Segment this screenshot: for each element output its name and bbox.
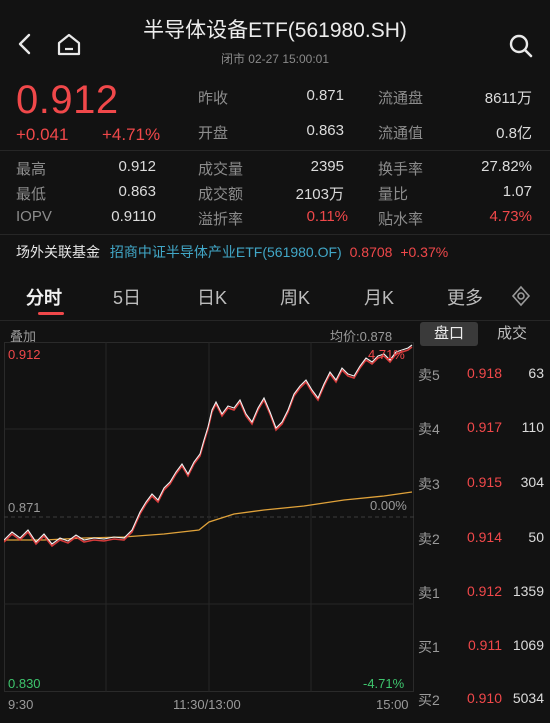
prev-close-label: 昨收 [198,90,229,107]
trades-tab[interactable]: 成交 [484,322,540,346]
turnover-rate-value: 27.82% [481,158,532,175]
discount-label: 贴水率 [378,211,424,228]
orderbook-volume: 1069 [512,637,544,653]
last-price: 0.912 [16,78,119,122]
float-shares-value: 8611万 [484,90,532,107]
orderbook-level-label: 卖1 [418,585,440,601]
float-value-value: 0.8亿 [496,125,532,142]
orderbook-row: 买2 0.910 5034 [416,690,550,710]
orderbook-level-label: 卖5 [418,367,440,383]
settings-icon[interactable] [510,285,532,307]
volume-ratio-label: 量比 [378,186,409,203]
orderbook-row: 买1 0.911 1069 [416,637,550,657]
orderbook: 卖5 0.918 63 卖4 0.917 110 卖3 0.915 304 卖2 0.914 50 卖1… [416,350,550,723]
high-value: 0.912 [118,158,156,175]
iopv-label: IOPV [16,208,52,225]
orderbook-tab[interactable]: 盘口 [420,322,478,346]
tab-active-indicator [38,312,64,315]
tab-intraday[interactable]: 分时 [26,284,62,310]
orderbook-volume: 304 [520,474,544,490]
x-axis-start: 9:30 [8,697,34,712]
float-value-label: 流通值 [378,125,424,142]
open-value: 0.863 [306,122,344,139]
orderbook-volume: 5034 [512,690,544,706]
divider [0,234,550,235]
volume-value: 2395 [310,158,344,175]
price-line [4,344,413,545]
divider [0,320,550,321]
volume-ratio-value: 1.07 [502,183,532,200]
orderbook-volume: 50 [528,529,544,545]
linked-fund-row[interactable]: 场外关联基金 招商中证半导体产业ETF(561980.OF) 0.8708 +0… [16,242,448,262]
open-label: 开盘 [198,125,229,142]
orderbook-level-label: 买1 [418,639,440,655]
high-label: 最高 [16,161,47,178]
orderbook-row: 卖5 0.918 63 [416,365,550,385]
orderbook-volume: 110 [521,419,544,435]
volume-label: 成交量 [198,161,244,178]
price-change-pct: +4.71% [102,125,161,144]
orderbook-row: 卖2 0.914 50 [416,529,550,549]
orderbook-row: 卖4 0.917 110 [416,419,550,439]
amount-value: 2103万 [295,186,344,203]
iopv-value: 0.9110 [111,208,156,225]
turnover-rate-label: 换手率 [378,161,424,178]
orderbook-row: 卖3 0.915 304 [416,474,550,494]
price-shadow-line [4,346,413,548]
price-change: +0.041 [16,125,69,144]
tab-more[interactable]: 更多 [447,284,483,310]
y-axis-mid: 0.871 [8,500,41,515]
low-value: 0.863 [118,183,156,200]
intraday-chart-plot [4,342,414,692]
search-icon[interactable] [508,33,534,59]
linked-fund-price: 0.8708 [349,244,393,260]
float-shares-label: 流通盘 [378,90,424,107]
orderbook-level-label: 卖4 [418,421,440,437]
orderbook-level-label: 卖3 [418,476,440,492]
discount-value: 4.73% [489,208,532,225]
divider [0,150,550,151]
x-axis-mid: 11:30/13:00 [173,697,241,712]
market-status: 闭市 02-27 15:00:01 [220,52,330,66]
prev-close-value: 0.871 [306,87,344,104]
pct-axis-mid: 0.00% [370,498,407,513]
orderbook-level-label: 买2 [418,692,440,708]
y-axis-top: 0.912 [8,347,41,362]
tab-daily-k[interactable]: 日K [197,284,227,310]
x-axis-end: 15:00 [376,697,409,712]
premium-value: 0.11% [306,208,348,225]
page-title: 半导体设备ETF(561980.SH) [143,19,407,42]
pct-axis-bottom: -4.71% [363,676,405,691]
avg-price-line [4,491,413,541]
low-label: 最低 [16,186,47,203]
linked-fund-label: 场外关联基金 [16,244,100,260]
y-axis-bottom: 0.830 [8,676,41,691]
linked-fund-change: +0.37% [400,244,449,260]
tab-monthly-k[interactable]: 月K [364,284,394,310]
pct-axis-top: 4.71% [368,347,405,362]
linked-fund-name[interactable]: 招商中证半导体产业ETF(561980.OF) [110,244,342,260]
orderbook-row: 卖1 0.912 1359 [416,583,550,603]
tab-weekly-k[interactable]: 周K [280,284,310,310]
orderbook-level-label: 卖2 [418,531,440,547]
orderbook-volume: 1359 [512,583,544,599]
tab-5day[interactable]: 5日 [113,284,141,310]
amount-label: 成交额 [198,186,244,203]
premium-label: 溢折率 [198,211,244,228]
orderbook-volume: 63 [528,365,544,381]
